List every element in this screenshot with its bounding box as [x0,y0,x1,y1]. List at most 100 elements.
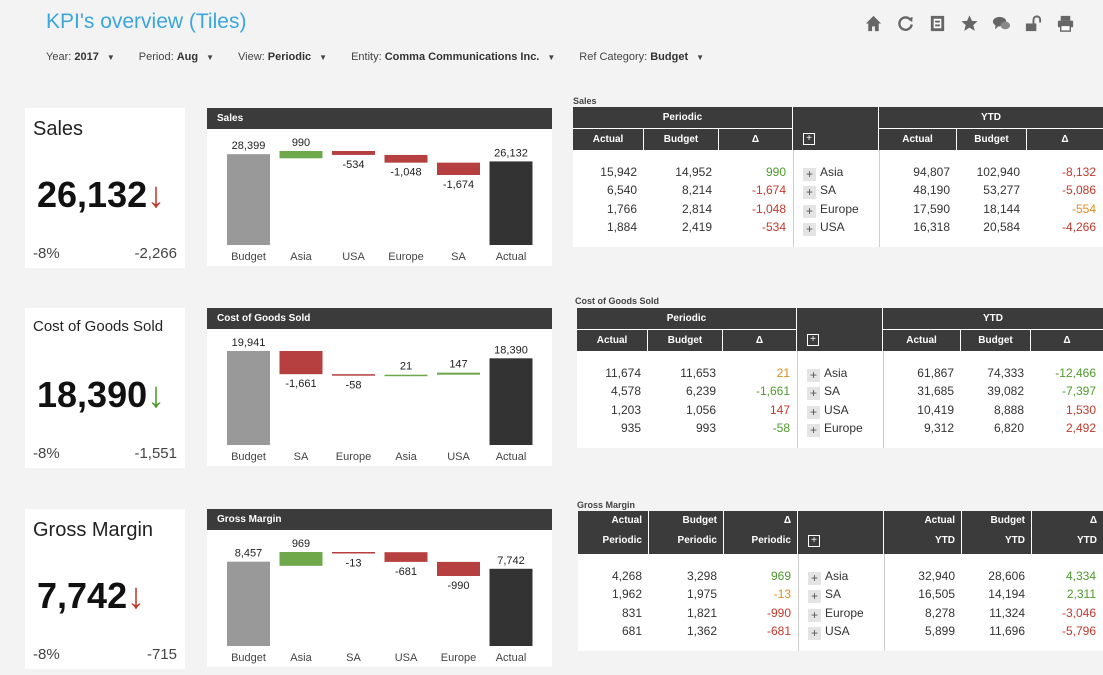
column-header: Δ Periodic [724,511,798,554]
budget-bar [227,561,270,646]
bar-value-label: -1,661 [285,378,316,390]
category-cell[interactable]: + SA [793,181,879,200]
value-cell: 935 [620,420,641,435]
category-label: SA [820,183,837,198]
variance-cell: -990 [766,605,791,620]
expand-all-icon[interactable]: + [807,334,819,346]
view-filter[interactable]: View: Periodic ▼ [238,51,327,63]
kpi-title: Cost of Goods Sold [33,318,164,335]
trend-arrow-icon: ↓ [127,575,146,616]
group-label: Periodic [573,107,793,128]
star-icon[interactable] [960,14,979,33]
home-icon[interactable] [864,14,883,33]
print-icon[interactable] [1056,14,1075,33]
expand-row-icon[interactable]: + [807,423,820,437]
kpi-value: 7,742↓ [37,575,145,617]
value-cell: 2,419 [681,219,712,234]
column-header-sublabel: Periodic [602,535,642,546]
expand-row-icon[interactable]: + [807,405,820,419]
value-cell: 8,278 [924,605,955,620]
category-cell[interactable]: + Asia [797,364,883,382]
year-filter[interactable]: Year: 2017 ▼ [46,51,115,63]
expand-row-icon[interactable]: + [808,590,821,604]
waterfall-chart: Cost of Goods Sold 19,941 Budget -1,661 SA -5… [207,308,552,466]
unlock-icon[interactable] [1024,14,1043,33]
category-label: Asia [825,569,849,583]
variance-cell: 1,530 [1065,402,1096,417]
kpi-value: 18,390↓ [37,374,165,416]
category-axis-label: Actual [496,652,527,664]
column-header-label: Δ [1089,515,1097,526]
category-cell[interactable]: + Europe [798,604,884,622]
variance-cell: -1,661 [755,384,790,399]
expand-all-icon[interactable]: + [808,535,820,547]
comments-icon[interactable] [992,14,1011,33]
category-cell[interactable]: + USA [798,622,884,640]
expand-row-icon[interactable]: + [803,204,816,218]
variance-cell: -554 [1071,201,1096,216]
expand-row-icon[interactable]: + [807,369,820,382]
entity-filter[interactable]: Entity: Comma Communications Inc. ▼ [351,51,555,63]
category-cell[interactable]: + Europe [793,200,879,218]
category-cell[interactable]: + Asia [798,567,884,585]
variance-cell: -681 [766,623,791,638]
bar-value-label: 969 [292,538,310,550]
chart-title: Cost of Goods Sold [207,308,552,329]
category-column-header: + [793,107,878,150]
variance-cell: -4,266 [1061,219,1096,234]
category-label: USA [824,402,849,417]
kpi-value-number: 26,132 [37,174,148,215]
kpi-variance-pct: -8% [33,646,60,663]
value-cell: 11,696 [989,623,1025,638]
category-cell[interactable]: + USA [793,218,879,236]
ref-category-filter[interactable]: Ref Category: Budget ▼ [579,51,704,63]
actual-bar [489,568,533,646]
column-header-sublabel: Periodic [751,535,791,546]
expand-row-icon[interactable]: + [807,387,820,401]
expand-row-icon[interactable]: + [808,626,821,640]
chart-title: Sales [207,108,552,129]
trend-arrow-icon: ↓ [147,374,166,415]
category-column-header: + [798,511,883,554]
value-cell: 11,674 [605,366,641,380]
category-cell[interactable]: + SA [798,585,884,604]
kpi-variance-pct: -8% [33,445,60,462]
variance-cell: -1,048 [751,201,786,216]
category-axis-label: USA [447,451,470,463]
bar-value-label: -534 [342,159,364,171]
bar-value-label: 18,390 [494,344,528,356]
category-cell[interactable]: + Europe [797,419,883,437]
value-cell: 8,888 [993,402,1024,417]
variance-cell: -58 [772,420,790,435]
expand-row-icon[interactable]: + [803,186,816,200]
group-label: YTD [983,313,1003,324]
kpi-value-number: 7,742 [37,575,128,616]
expand-row-icon[interactable]: + [808,608,821,622]
category-cell[interactable]: + SA [797,382,883,401]
category-cell[interactable]: + USA [797,401,883,419]
value-cell: 53,277 [983,183,1020,198]
table-row: 6,540 8,214 -1,674 + SA 48,190 53,277 -5,086 [573,181,1103,200]
value-cell: 3,298 [686,569,717,583]
table-title: Sales [573,96,597,106]
sheet-icon[interactable] [928,14,947,33]
period-filter[interactable]: Period: Aug ▼ [139,51,214,63]
refresh-icon[interactable] [896,14,915,33]
kpi-tile: Cost of Goods Sold 18,390↓ -8% -1,551 [25,308,185,468]
expand-row-icon[interactable]: + [808,572,821,585]
variance-cell: -7,397 [1061,384,1096,399]
expand-row-icon[interactable]: + [803,168,816,181]
decrease-bar [384,552,428,562]
category-cell[interactable]: + Asia [793,163,879,181]
decrease-bar [437,162,480,175]
kpi-variance-abs: -1,551 [134,445,177,462]
value-cell: 4,268 [611,569,642,583]
table-row: 1,884 2,419 -534 + USA 16,318 20,584 -4,266 [573,218,1103,236]
variance-cell: -534 [761,219,786,234]
value-cell: 6,239 [685,384,716,399]
expand-all-icon[interactable]: + [803,133,815,145]
value-cell: 14,952 [675,165,712,179]
value-cell: 993 [695,420,716,435]
bar-value-label: 19,941 [232,337,266,349]
expand-row-icon[interactable]: + [803,222,816,236]
